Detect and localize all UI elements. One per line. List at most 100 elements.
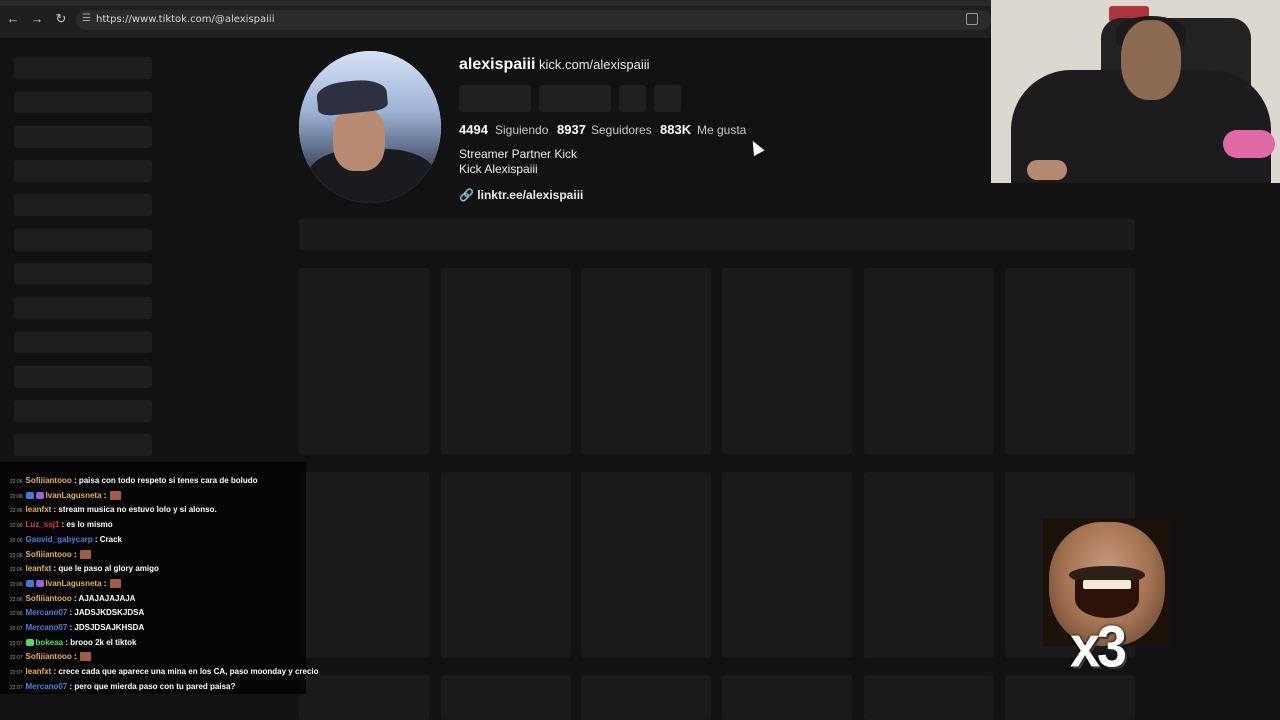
sidebar-item-skeleton[interactable] [14,57,152,79]
sidebar-item-skeleton[interactable] [14,434,152,457]
site-info-icon[interactable]: ☰ [82,13,92,25]
forward-icon[interactable]: → [30,12,44,26]
chat-username[interactable]: leanfxt [26,505,52,514]
video-tile-skeleton[interactable] [441,675,571,720]
video-tile-skeleton[interactable] [864,472,994,658]
link-icon: 🔗 [459,188,474,202]
chat-text: que le paso al glory amigo [58,564,159,574]
chat-text: es lo mismo [66,520,113,530]
chat-username[interactable]: Luz_ssj1 [26,520,60,529]
chat-text: paisa con todo respeto si tenes cara de … [78,476,258,485]
sidebar-item-skeleton[interactable] [14,262,152,285]
chat-username[interactable]: IvanLagusneta [46,579,102,588]
chat-timestamp: 22:07 [10,684,23,691]
video-tile-skeleton[interactable] [581,268,711,454]
video-tile-skeleton[interactable] [722,268,852,454]
reload-icon[interactable]: ↻ [54,12,68,26]
sidebar-item-skeleton[interactable] [14,331,152,354]
video-tile-skeleton[interactable] [864,268,994,454]
bio-line: Kick Alexispaiii [459,162,538,176]
chat-timestamp: 22:07 [10,640,23,647]
bio-line: Streamer Partner Kick [459,147,578,161]
chat-username[interactable]: Mercano07 [26,623,68,632]
chat-username[interactable]: IvanLagusneta [46,491,102,500]
follow-button-skeleton[interactable] [459,85,531,112]
chat-message: 22:06 IvanLagusneta : [10,489,121,503]
chat-message: 22:06 Gauvid_gabycarp : Crack [10,533,122,547]
chat-timestamp: 22:07 [10,670,23,677]
chat-separator: : [71,593,79,603]
video-tile-skeleton[interactable] [581,675,711,720]
sidebar-item-skeleton[interactable] [14,159,152,182]
chat-message: 22:07 bokeaa : brooo 2k el tiktok [10,636,136,650]
sidebar-item-skeleton[interactable] [14,297,152,320]
chat-username[interactable]: Sofiiiantooo [26,652,72,661]
chat-username[interactable]: Sofiiiantooo [26,594,72,603]
chat-text: crece cada que aparece una mina en los C… [58,667,319,677]
profile-username: alexispaiii [459,56,536,73]
video-tile-skeleton[interactable] [1005,268,1135,454]
sidebar-item-skeleton[interactable] [14,194,152,217]
chat-timestamp: 22:06 [10,611,23,618]
profile-nickname: kick.com/alexispaiii [539,57,650,72]
video-tile-skeleton[interactable] [864,675,994,720]
video-tile-skeleton[interactable] [1005,675,1135,720]
followers-label: Seguidores [591,123,652,137]
sidebar-item-skeleton[interactable] [14,365,152,388]
bio-link[interactable]: 🔗 linktr.ee/alexispaiii [459,188,583,202]
chat-badge-icon [25,638,34,646]
chat-badge-icon [35,579,44,587]
chat-timestamp: 22:07 [10,626,23,632]
chat-message: 22:06 Sofiiiantooo : AJAJAJAJAJA [10,592,135,606]
chat-message: 22:06 leanfxt : stream musica no estuvo l… [10,503,217,517]
chat-timestamp: 22:06 [10,581,23,588]
chat-username[interactable]: leanfxt [26,564,52,573]
chat-emote-icon [109,578,121,588]
chat-username[interactable]: Gauvid_gabycarp [26,535,93,544]
likes-count: 883K [660,122,692,137]
chat-username[interactable]: Mercano07 [26,682,68,691]
message-button-skeleton[interactable] [539,85,611,112]
video-tile-skeleton[interactable] [299,675,429,720]
chat-emote-icon [109,490,121,500]
video-tile-skeleton[interactable] [441,268,571,454]
chat-badge-icon [25,579,34,587]
sidebar-item-skeleton[interactable] [14,91,152,114]
more-button-skeleton[interactable] [654,85,681,112]
video-tile-skeleton[interactable] [299,472,429,658]
address-bar[interactable]: ☰ https://www.tiktok.com/@alexispaiii [76,10,991,30]
chat-text: JADSJKDSKJDSA [74,608,145,618]
url-text: https://www.tiktok.com/@alexispaiii [96,14,275,25]
sidebar-item-skeleton[interactable] [14,400,152,422]
video-tile-skeleton[interactable] [722,472,852,658]
extensions-icon[interactable] [966,13,978,25]
bio-link-text: linktr.ee/alexispaiii [477,188,584,202]
chat-emote-icon [79,652,91,662]
chat-message: 22:06 leanfxt : que le paso al glory amig… [10,562,159,576]
chat-message: 22:07 Sofiiiantooo : [10,650,91,664]
chat-timestamp: 22:06 [10,523,23,530]
followers-count[interactable]: 8937 [557,122,586,137]
video-tile-skeleton[interactable] [581,472,711,658]
chat-username[interactable]: Sofiiiantooo [26,476,72,485]
suggested-button-skeleton[interactable] [619,85,646,112]
back-icon[interactable]: ← [6,12,20,26]
chat-timestamp: 22:06 [10,479,23,485]
video-tile-skeleton[interactable] [722,675,852,720]
profile-tabs-skeleton[interactable] [299,219,1135,250]
video-tile-skeleton[interactable] [441,472,571,658]
profile-avatar[interactable] [299,51,441,203]
video-tile-skeleton[interactable] [299,268,429,454]
chat-username[interactable]: bokeaa [36,638,64,647]
chat-username[interactable]: Mercano07 [26,608,68,617]
chat-message: 22:07 leanfxt : crece cada que aparece un… [10,665,319,679]
chat-username[interactable]: leanfxt [26,667,52,676]
following-count[interactable]: 4494 [459,122,488,137]
sidebar-item-skeleton[interactable] [14,125,152,148]
sidebar-item-skeleton[interactable] [14,228,152,251]
chat-separator: : [101,578,109,588]
chat-username[interactable]: Sofiiiantooo [26,550,72,559]
chat-text: Crack [99,534,123,544]
chat-message: 22:07 Mercano07 : JDSJDSAJKHSDA [10,621,144,635]
likes-label: Me gusta [697,123,747,137]
